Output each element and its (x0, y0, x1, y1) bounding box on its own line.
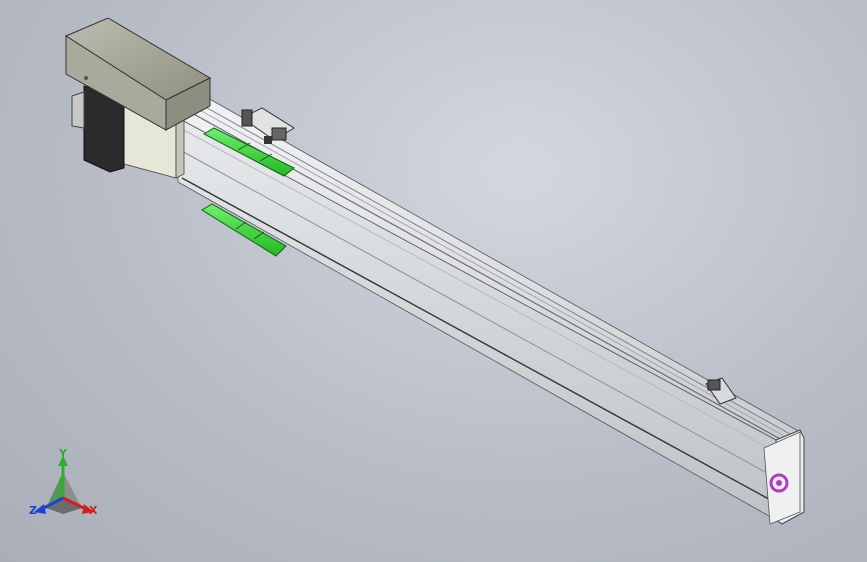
profile-side-face (177, 117, 777, 521)
side-groove (179, 127, 777, 453)
3d-model-view[interactable] (0, 0, 867, 562)
end-cap-face (763, 431, 801, 525)
side-groove (179, 149, 777, 479)
rail-groove (199, 103, 791, 435)
side-groove (181, 177, 777, 504)
coordinate-triad[interactable] (34, 456, 94, 514)
profile-top-face (177, 96, 801, 441)
y-axis-label: Y (59, 447, 67, 460)
graphics-viewport[interactable]: Y X Z (0, 0, 867, 562)
rail-groove (195, 107, 787, 438)
x-axis-label: X (89, 504, 98, 517)
z-axis-label: Z (29, 504, 37, 517)
